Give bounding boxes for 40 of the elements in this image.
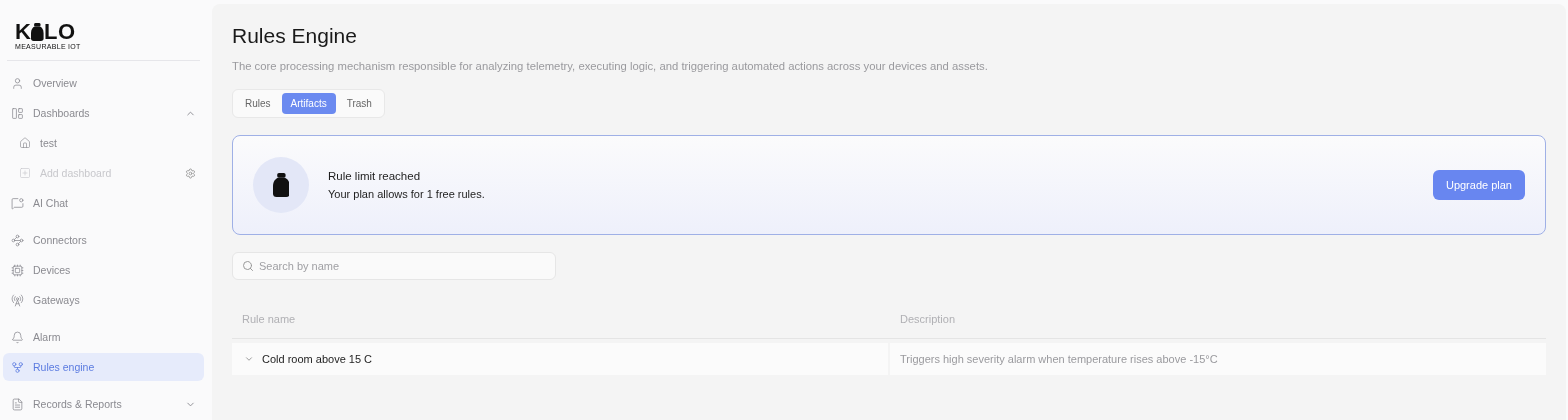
logo-text: K bbox=[15, 22, 32, 42]
chat-icon bbox=[11, 196, 24, 210]
home-icon bbox=[19, 137, 31, 149]
document-icon bbox=[11, 397, 24, 411]
tab[interactable]: Artifacts bbox=[281, 93, 336, 114]
tab[interactable]: Trash bbox=[337, 93, 381, 114]
sidebar-item[interactable]: Rules engine bbox=[3, 353, 204, 381]
user-icon bbox=[11, 76, 24, 90]
banner-text: Your plan allows for 1 free rules. bbox=[328, 188, 486, 200]
rule-name: Cold room above 15 C bbox=[262, 353, 373, 365]
branch-icon bbox=[11, 360, 24, 374]
table-cell: Triggers high severity alarm when temperature rises above -15°C bbox=[890, 343, 1546, 375]
sidebar-item[interactable]: Connectors bbox=[3, 226, 204, 254]
sidebar-item[interactable]: Overview bbox=[3, 69, 204, 97]
sidebar-item[interactable]: Records & Reports bbox=[3, 390, 204, 418]
chip-icon bbox=[11, 263, 24, 277]
waypoints-icon bbox=[11, 233, 24, 247]
plus-icon bbox=[19, 167, 31, 179]
column-header: Description bbox=[899, 313, 957, 325]
weight-icon bbox=[272, 173, 290, 197]
sidebar-item[interactable]: test bbox=[3, 129, 204, 157]
search-icon bbox=[242, 260, 254, 272]
tab[interactable]: Rules bbox=[236, 93, 280, 114]
column-header: Rule name bbox=[241, 313, 297, 325]
sidebar-item[interactable]: AI Chat bbox=[3, 189, 204, 217]
chevron-down-icon[interactable] bbox=[244, 354, 254, 364]
sidebar-item[interactable]: Devices bbox=[3, 256, 204, 284]
upgrade-button[interactable]: Upgrade plan bbox=[1432, 170, 1525, 200]
weight-icon bbox=[31, 23, 44, 41]
antenna-icon bbox=[11, 293, 24, 307]
sidebar-item[interactable]: Dashboards bbox=[3, 99, 204, 127]
layout-icon bbox=[11, 106, 24, 120]
sidebar-item[interactable]: Gateways bbox=[3, 286, 204, 314]
bell-icon bbox=[11, 330, 24, 344]
logo-text: LO bbox=[44, 22, 76, 42]
page-title: Rules Engine bbox=[232, 24, 358, 48]
page-description: The core processing mechanism responsible for analyzing telemetry, executing logic, and triggering automated actions across your devices and assets. bbox=[232, 60, 989, 72]
banner-title: Rule limit reached bbox=[328, 170, 422, 182]
search-field[interactable]: Search by name bbox=[232, 252, 556, 280]
sidebar-item[interactable]: Alarm bbox=[3, 323, 204, 351]
